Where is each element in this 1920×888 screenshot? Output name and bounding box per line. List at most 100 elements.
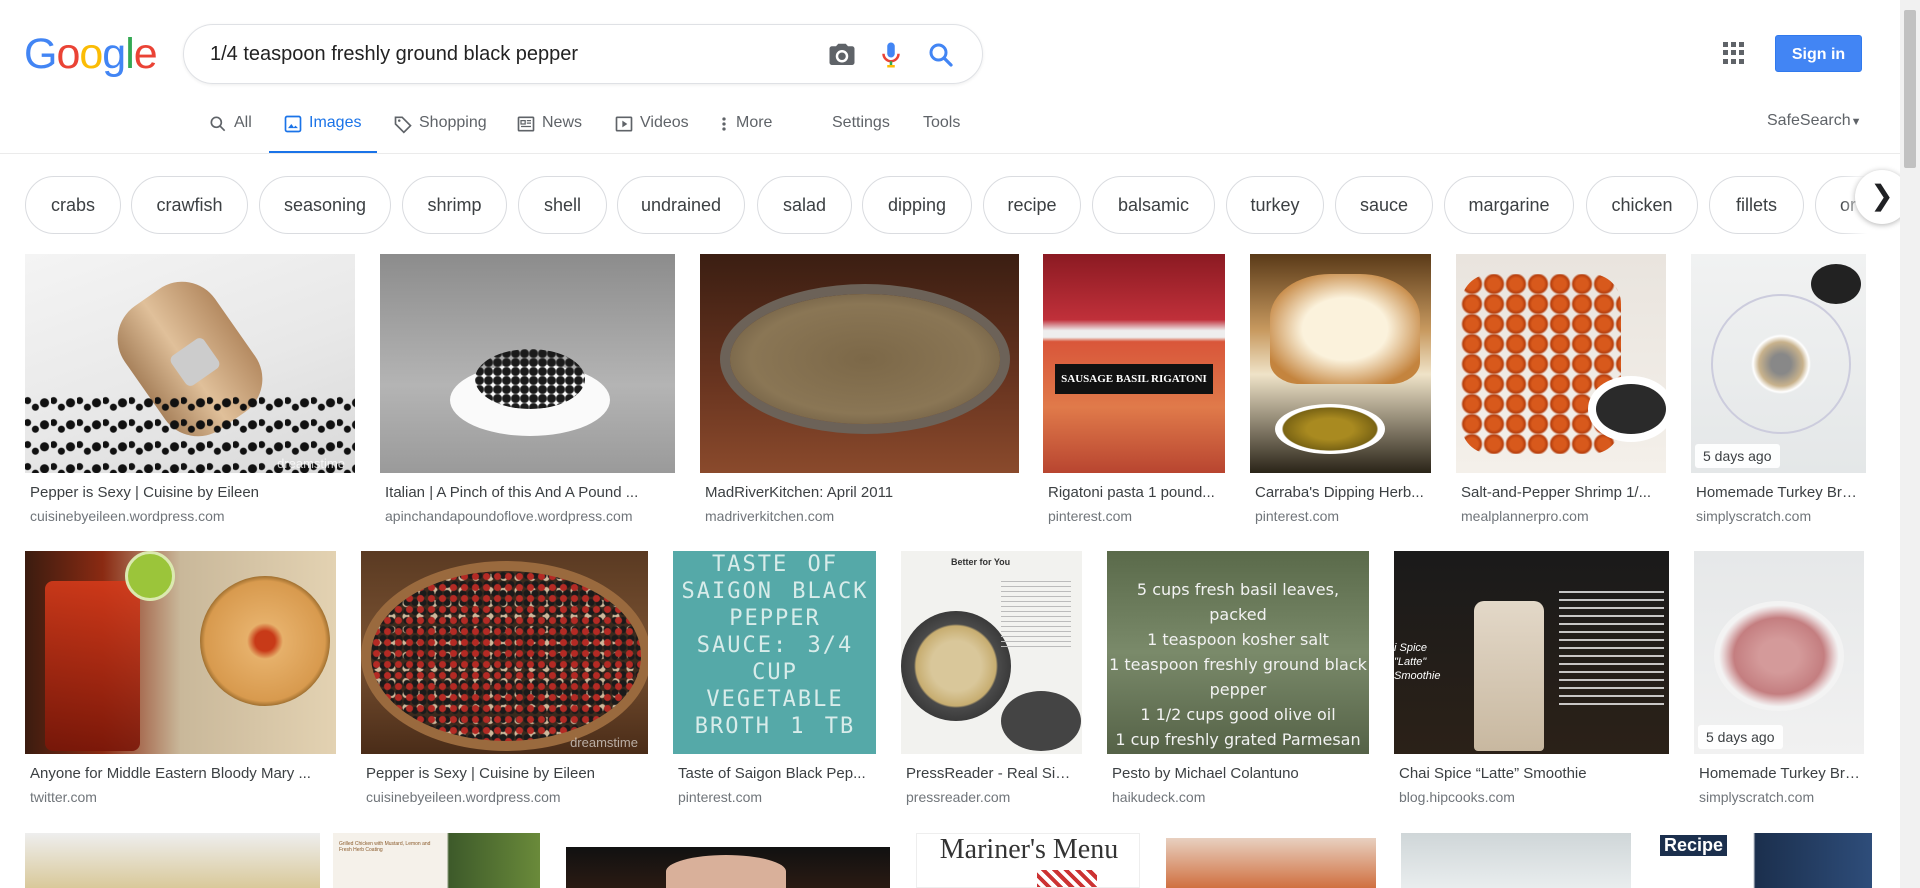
result-thumbnail[interactable] [1166, 838, 1376, 888]
image-result[interactable]: SAUSAGE BASIL RIGATONI Rigatoni pasta 1 … [1043, 254, 1225, 534]
microphone-icon[interactable] [876, 40, 906, 70]
result-thumbnail[interactable] [380, 254, 675, 473]
chip[interactable]: margarine [1444, 176, 1574, 234]
image-result[interactable]: Recipe [1656, 833, 1872, 888]
image-result[interactable]: dreamstime Pepper is Sexy | Cuisine by E… [361, 551, 648, 811]
image-result[interactable]: MadRiverKitchen: April 2011 madriverkitc… [700, 254, 1019, 534]
chip[interactable]: shell [518, 176, 607, 234]
image-result[interactable]: Anyone for Middle Eastern Bloody Mary ..… [25, 551, 336, 811]
result-site[interactable]: mealplannerpro.com [1461, 508, 1661, 524]
image-result[interactable]: TASTE OF SAIGON BLACK PEPPER SAUCE: 3/4 … [673, 551, 876, 811]
result-title[interactable]: Homemade Turkey Bre... [1696, 484, 1862, 501]
result-thumbnail[interactable]: dreamstime [25, 254, 355, 473]
result-thumbnail[interactable]: Mariner's Menu [916, 833, 1140, 888]
image-result[interactable]: Grilled Chicken with Mustard, Lemon and … [333, 833, 540, 888]
result-title[interactable]: Italian | A Pinch of this And A Pound ..… [385, 484, 670, 501]
chip[interactable]: crabs [25, 176, 121, 234]
result-title[interactable]: Pepper is Sexy | Cuisine by Eileen [30, 484, 350, 501]
image-result[interactable]: Salt-and-Pepper Shrimp 1/... mealplanner… [1456, 254, 1666, 534]
result-title[interactable]: MadRiverKitchen: April 2011 [705, 484, 1015, 501]
result-site[interactable]: cuisinebyeileen.wordpress.com [366, 789, 646, 805]
image-result[interactable]: Better for You PressReader - Real Sim...… [901, 551, 1082, 811]
apps-grid-icon[interactable] [1723, 42, 1745, 64]
image-result[interactable]: 5 days ago Homemade Turkey Bre... simply… [1694, 551, 1864, 811]
chip[interactable]: recipe [983, 176, 1081, 234]
result-title[interactable]: Rigatoni pasta 1 pound... [1048, 484, 1220, 501]
search-input[interactable]: 1/4 teaspoon freshly ground black pepper [210, 43, 578, 66]
result-thumbnail[interactable] [1456, 254, 1666, 473]
result-title[interactable]: Pepper is Sexy | Cuisine by Eileen [366, 765, 646, 782]
image-result[interactable]: dreamstime Pepper is Sexy | Cuisine by E… [25, 254, 355, 534]
result-thumbnail[interactable]: i Spice "Latte" Smoothie [1394, 551, 1669, 754]
result-thumbnail[interactable] [566, 847, 890, 888]
result-title[interactable]: PressReader - Real Sim... [906, 765, 1078, 782]
search-icon[interactable] [926, 40, 956, 70]
result-thumbnail[interactable]: SAUSAGE BASIL RIGATONI [1043, 254, 1225, 473]
result-site[interactable]: haikudeck.com [1112, 789, 1367, 805]
result-site[interactable]: cuisinebyeileen.wordpress.com [30, 508, 350, 524]
result-site[interactable]: pinterest.com [1048, 508, 1220, 524]
result-title[interactable]: Carraba's Dipping Herb... [1255, 484, 1427, 501]
result-thumbnail[interactable]: dreamstime [361, 551, 648, 754]
result-thumbnail[interactable] [700, 254, 1019, 473]
tab-shopping[interactable]: Shopping [393, 108, 487, 154]
chip[interactable]: chicken [1586, 176, 1698, 234]
image-result[interactable] [566, 847, 890, 888]
chip[interactable]: turkey [1226, 176, 1324, 234]
result-title[interactable]: Homemade Turkey Bre... [1699, 765, 1861, 782]
result-thumbnail[interactable]: Recipe [1656, 833, 1872, 888]
result-site[interactable]: simplyscratch.com [1699, 789, 1861, 805]
image-result[interactable] [1401, 833, 1631, 888]
image-result[interactable]: Carraba's Dipping Herb... pinterest.com [1250, 254, 1431, 534]
chip[interactable]: sauce [1335, 176, 1433, 234]
result-site[interactable]: blog.hipcooks.com [1399, 789, 1664, 805]
result-title[interactable]: Anyone for Middle Eastern Bloody Mary ..… [30, 765, 330, 782]
result-thumbnail[interactable]: Grilled Chicken with Mustard, Lemon and … [333, 833, 540, 888]
result-thumbnail[interactable]: 5 days ago [1694, 551, 1864, 754]
tab-images[interactable]: Images [268, 108, 379, 154]
tab-videos[interactable]: Videos [614, 108, 689, 154]
tab-tools[interactable]: Tools [923, 108, 960, 154]
camera-icon[interactable] [827, 40, 857, 70]
result-thumbnail[interactable]: 5 cups fresh basil leaves, packed 1 teas… [1107, 551, 1369, 754]
result-title[interactable]: Taste of Saigon Black Pep... [678, 765, 873, 782]
result-thumbnail[interactable] [25, 833, 320, 888]
result-thumbnail[interactable] [1401, 833, 1631, 888]
chip[interactable]: balsamic [1092, 176, 1215, 234]
result-thumbnail[interactable]: TASTE OF SAIGON BLACK PEPPER SAUCE: 3/4 … [673, 551, 876, 754]
tab-more[interactable]: More [718, 108, 772, 154]
result-site[interactable]: apinchandapoundoflove.wordpress.com [385, 508, 670, 524]
image-result[interactable]: Italian | A Pinch of this And A Pound ..… [380, 254, 675, 534]
result-title[interactable]: Salt-and-Pepper Shrimp 1/... [1461, 484, 1661, 501]
google-logo[interactable]: Google [24, 30, 158, 79]
result-thumbnail[interactable] [25, 551, 336, 754]
tab-settings[interactable]: Settings [832, 108, 890, 154]
chip[interactable]: salad [757, 176, 852, 234]
chip[interactable]: crawfish [131, 176, 248, 234]
chip[interactable]: seasoning [259, 176, 391, 234]
sign-in-button[interactable]: Sign in [1775, 35, 1862, 72]
result-site[interactable]: madriverkitchen.com [705, 508, 1015, 524]
result-site[interactable]: pinterest.com [1255, 508, 1427, 524]
safesearch-dropdown[interactable]: SafeSearch▼ [1767, 112, 1862, 130]
chip[interactable]: fillets [1709, 176, 1804, 234]
result-site[interactable]: twitter.com [30, 789, 330, 805]
search-box[interactable]: 1/4 teaspoon freshly ground black pepper [183, 24, 983, 84]
result-title[interactable]: Chai Spice “Latte” Smoothie [1399, 765, 1664, 782]
result-site[interactable]: simplyscratch.com [1696, 508, 1862, 524]
tab-all[interactable]: All [208, 108, 252, 154]
image-result[interactable] [1166, 838, 1376, 888]
chip[interactable]: undrained [617, 176, 745, 234]
image-result[interactable] [25, 833, 320, 888]
result-thumbnail[interactable] [1250, 254, 1431, 473]
result-site[interactable]: pinterest.com [678, 789, 873, 805]
image-result[interactable]: i Spice "Latte" Smoothie Chai Spice “Lat… [1394, 551, 1669, 811]
image-result[interactable]: 5 cups fresh basil leaves, packed 1 teas… [1107, 551, 1369, 811]
image-result[interactable]: Mariner's Menu [916, 833, 1140, 888]
scrollbar-thumb[interactable] [1904, 10, 1916, 168]
result-title[interactable]: Pesto by Michael Colantuno [1112, 765, 1367, 782]
chip[interactable]: shrimp [402, 176, 507, 234]
image-result[interactable]: 5 days ago Homemade Turkey Bre... simply… [1691, 254, 1866, 534]
result-thumbnail[interactable]: 5 days ago [1691, 254, 1866, 473]
result-thumbnail[interactable]: Better for You [901, 551, 1082, 754]
